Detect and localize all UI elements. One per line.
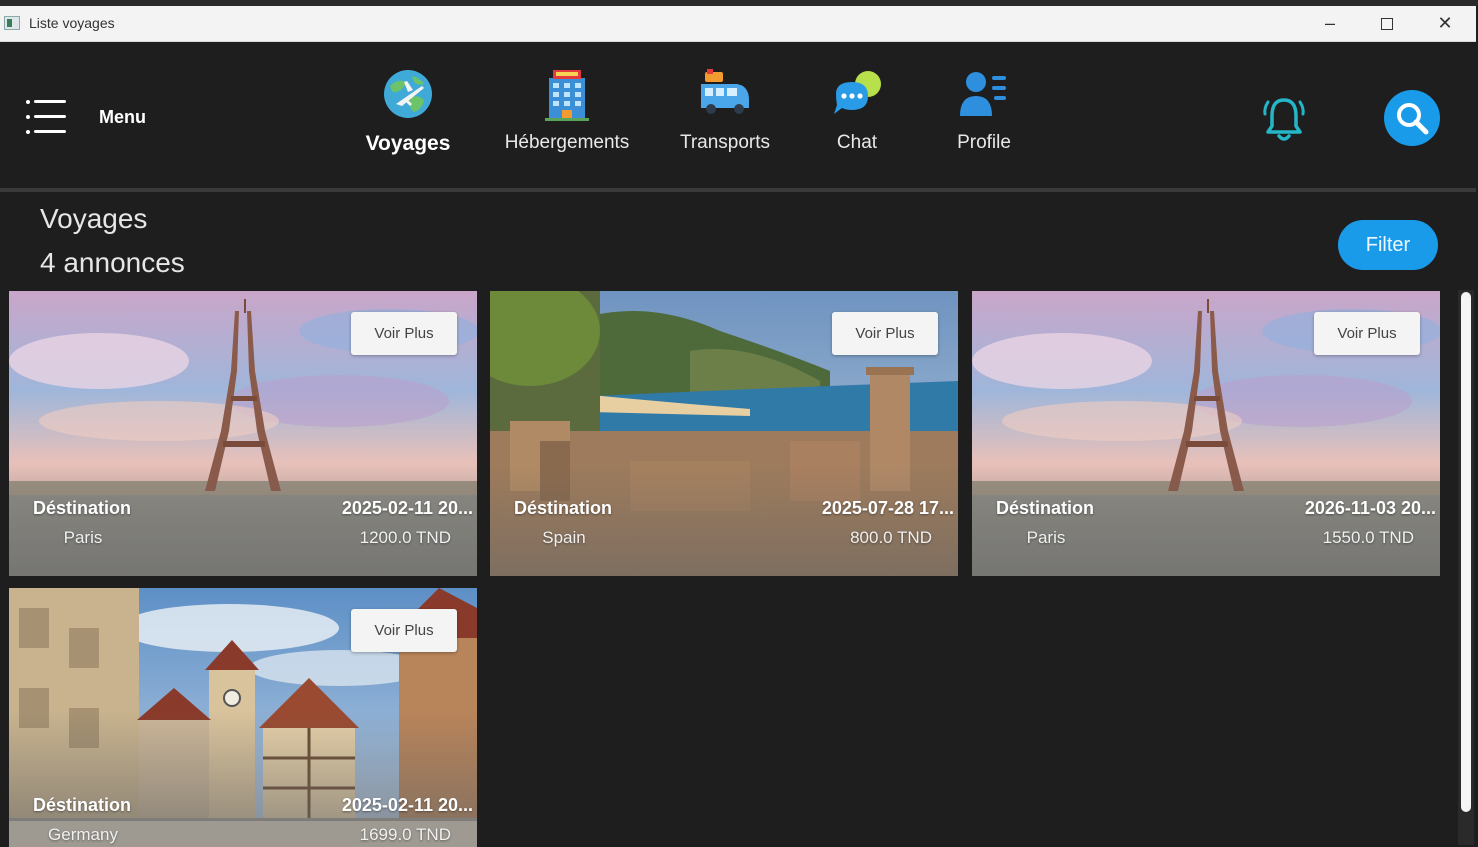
listing-count: 4 annonces	[40, 247, 185, 278]
app-icon	[4, 16, 20, 30]
globe-plane-icon	[384, 70, 432, 118]
nav-transports-label: Transports	[679, 132, 771, 153]
destination-value: Paris	[63, 528, 103, 547]
departure-date: 2025-07-28 17...	[821, 498, 954, 518]
hotel-icon	[545, 70, 589, 121]
search-icon	[1397, 103, 1429, 135]
nav-voyages-label: Voyages	[365, 132, 451, 155]
nav-hebergements[interactable]: Hébergements	[492, 62, 642, 167]
voir-plus-button[interactable]: Voir Plus	[351, 609, 457, 652]
top-navbar: Menu Voyages Hébergements Transports Cha…	[0, 42, 1476, 192]
voyage-card[interactable]: Voir Plus Déstination Spain 2025-07-28 1…	[490, 291, 958, 576]
app-window: Liste voyages – ✕ Menu Voyages Hébergeme…	[0, 0, 1478, 847]
destination-label: Déstination	[996, 498, 1095, 518]
title-bar: Liste voyages – ✕	[0, 6, 1476, 42]
destination-label: Déstination	[33, 498, 132, 518]
minimize-button[interactable]: –	[1310, 8, 1350, 38]
departure-date: 2025-02-11 20...	[341, 795, 473, 815]
bus-icon	[701, 69, 749, 114]
voyage-card[interactable]: Voir Plus Déstination Germany 2025-02-11…	[9, 588, 477, 847]
close-button[interactable]: ✕	[1425, 8, 1465, 38]
voyage-card[interactable]: Voir Plus Déstination Paris 2025-02-11 2…	[9, 291, 477, 576]
maximize-button[interactable]	[1367, 8, 1407, 38]
nav-transports[interactable]: Transports	[650, 62, 800, 167]
scrollbar-thumb[interactable]	[1461, 292, 1471, 812]
destination-label: Déstination	[514, 498, 613, 518]
window-title: Liste voyages	[29, 15, 115, 31]
voir-plus-button[interactable]: Voir Plus	[351, 312, 457, 355]
price: 800.0 TND	[850, 528, 932, 547]
bell-icon[interactable]	[1262, 94, 1306, 144]
chat-bubbles-icon	[834, 71, 881, 114]
voir-plus-button[interactable]: Voir Plus	[832, 312, 938, 355]
destination-label: Déstination	[33, 795, 132, 815]
nav-profile[interactable]: Profile	[909, 62, 1059, 167]
nav-voyages[interactable]: Voyages	[333, 62, 483, 167]
destination-value: Paris	[1026, 528, 1066, 547]
price: 1200.0 TND	[359, 528, 451, 547]
destination-value: Spain	[542, 528, 586, 547]
departure-date: 2026-11-03 20...	[1304, 498, 1436, 518]
menu-label[interactable]: Menu	[99, 107, 146, 128]
page-title: Voyages	[40, 203, 148, 234]
destination-value: Germany	[48, 825, 118, 844]
hamburger-menu-icon[interactable]	[26, 100, 66, 134]
maximize-icon	[1381, 18, 1393, 31]
search-button[interactable]	[1384, 90, 1440, 146]
nav-hebergements-label: Hébergements	[504, 132, 630, 153]
departure-date: 2025-02-11 20...	[341, 498, 473, 518]
filter-button[interactable]: Filter	[1338, 220, 1438, 270]
nav-profile-label: Profile	[957, 132, 1011, 153]
price: 1550.0 TND	[1322, 528, 1414, 547]
price: 1699.0 TND	[359, 825, 451, 844]
user-profile-icon	[960, 72, 1006, 116]
voyage-card[interactable]: Voir Plus Déstination Paris 2026-11-03 2…	[972, 291, 1440, 576]
voir-plus-button[interactable]: Voir Plus	[1314, 312, 1420, 355]
